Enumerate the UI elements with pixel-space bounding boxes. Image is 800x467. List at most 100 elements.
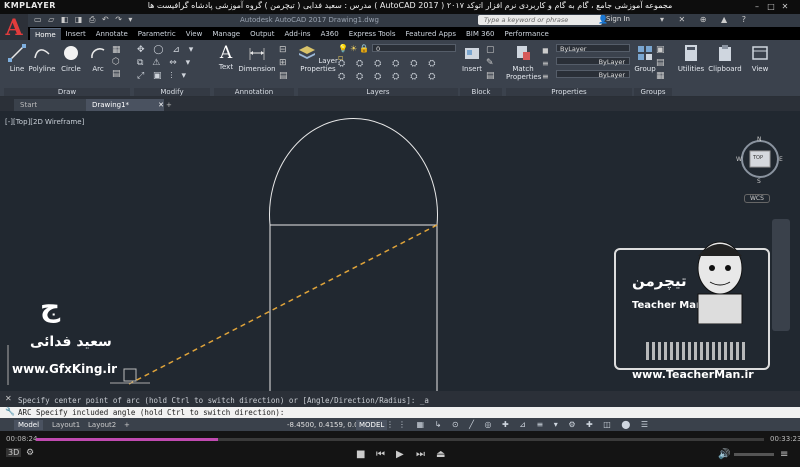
layer-tool-icons[interactable]: ⛭ ⛭ ⛭ ⛭ ⛭ ⛭ ⛭ ⛭ ⛭ ⛭ ⛭ ⛭ (338, 58, 458, 84)
menu-icon[interactable]: ≡ (780, 449, 788, 460)
volume-slider[interactable] (734, 453, 774, 456)
viewcube-north-label: N (757, 136, 762, 143)
application-menu-button[interactable]: A (0, 14, 28, 42)
keyboard-illustration (646, 342, 746, 360)
previous-icon[interactable]: ⏮ (376, 449, 385, 460)
circle-tool-button[interactable]: Circle (58, 44, 84, 73)
viewcube-south-label: S (757, 178, 761, 185)
tab-layout2[interactable]: Layout2 (84, 420, 120, 430)
ribbon-tab-manage[interactable]: Manage (207, 28, 245, 40)
properties-panel-title[interactable]: Properties (506, 88, 632, 96)
title-bar-icons[interactable]: ▾ ✕ ⊕ ▲ ? (660, 15, 752, 24)
arc-tool-button[interactable]: Arc (86, 44, 110, 73)
stop-icon[interactable]: ■ (356, 449, 365, 460)
model-space-button[interactable]: MODEL (356, 420, 388, 430)
text-tool-button[interactable]: A Text (215, 44, 237, 71)
add-layout-plus-icon[interactable]: + (120, 420, 134, 430)
tab-drawing1-label: Drawing1* (92, 101, 130, 109)
wcs-menu[interactable]: WCS (744, 194, 770, 203)
utilities-button[interactable]: Utilities (676, 44, 706, 73)
search-input[interactable]: Type a keyword or phrase (478, 15, 602, 25)
ribbon-tab-annotate[interactable]: Annotate (91, 28, 133, 40)
new-tab-plus-icon[interactable]: + (164, 99, 176, 111)
ribbon-tab-parametric[interactable]: Parametric (133, 28, 181, 40)
color-dropdown[interactable]: ByLayer (556, 44, 630, 53)
seek-bar-fill (36, 438, 218, 441)
ribbon-tab-output[interactable]: Output (245, 28, 279, 40)
maximize-icon[interactable]: □ (766, 2, 776, 12)
tab-model[interactable]: Model (14, 420, 44, 430)
player-logo: KMPLAYER (4, 1, 56, 10)
ribbon-tab-performance[interactable]: Performance (499, 28, 553, 40)
utilities-label: Utilities (677, 65, 705, 73)
next-icon[interactable]: ⏭ (416, 449, 425, 460)
circle-icon (64, 46, 78, 60)
ribbon-tab-insert[interactable]: Insert (61, 28, 91, 40)
command-close-icon[interactable]: ✕ (5, 394, 12, 403)
viewcube-east-label: E (779, 156, 783, 163)
lineweight-dropdown[interactable]: ByLayer (556, 70, 630, 79)
tab-drawing1[interactable]: Drawing1* ✕ (86, 99, 168, 111)
logo-mark-icon: ج (40, 290, 61, 323)
group-button[interactable]: Group (634, 44, 656, 73)
command-prompt-text[interactable]: ARC Specify included angle (hold Ctrl to… (18, 408, 284, 417)
annotation-panel-title[interactable]: Annotation (214, 88, 294, 96)
ribbon-tab-featured-apps[interactable]: Featured Apps (401, 28, 461, 40)
clipboard-icon (719, 45, 731, 61)
linetype-dropdown[interactable]: ByLayer (556, 57, 630, 66)
dimension-tool-button[interactable]: Dimension (238, 44, 276, 73)
polyline-tool-label: Polyline (28, 65, 56, 73)
layer-properties-icon (299, 46, 316, 59)
ribbon-tab-view[interactable]: View (181, 28, 208, 40)
3d-toggle[interactable]: 3D (6, 448, 22, 457)
layers-panel-title[interactable]: Layers (298, 88, 458, 96)
view-button[interactable]: View (748, 44, 772, 73)
ribbon-tab-add-ins[interactable]: Add-ins (279, 28, 315, 40)
sign-in-button[interactable]: Sign In (606, 15, 630, 23)
line-tool-button[interactable]: Line (6, 44, 28, 73)
match-properties-icon (517, 46, 530, 60)
line-icon (8, 44, 26, 62)
ribbon-tab-bim-360[interactable]: BIM 360 (461, 28, 500, 40)
viewcube-top-label[interactable]: TOP (753, 155, 763, 161)
view-icon (752, 46, 768, 60)
close-icon[interactable]: ✕ (780, 2, 790, 12)
tab-layout1[interactable]: Layout1 (48, 420, 84, 430)
status-toggle-icons[interactable]: ⋮⋮ ▦ ↳ ⊙ ╱ ◎ ✚ ⊿ ≡ ▾ ⚙ ✚ ◫ ⬤ ☰ (386, 420, 652, 429)
annotation-extra-icons[interactable]: ⊟ ⊞ ▤ (279, 44, 293, 83)
wrench-icon[interactable]: 🔧 (5, 407, 15, 416)
draw-panel-title[interactable]: Draw (4, 88, 130, 96)
play-icon[interactable]: ▶ (396, 449, 404, 460)
settings-icon[interactable]: ⚙ (26, 448, 34, 458)
ribbon-tab-express-tools[interactable]: Express Tools (344, 28, 401, 40)
modify-panel-title[interactable]: Modify (134, 88, 210, 96)
player-window-title: مجموعه آموزشی جامع ، گام به گام و کاربرد… (147, 1, 673, 10)
groups-panel-title[interactable]: Groups (634, 88, 672, 96)
polyline-tool-button[interactable]: Polyline (28, 44, 56, 73)
block-extra-icons[interactable]: ▢ ✎ ▤ (486, 44, 500, 83)
group-extra-icons[interactable]: ▣ ▤ ▦ (656, 44, 670, 83)
layer-properties-button[interactable]: Layer Properties (298, 44, 338, 73)
minimize-icon[interactable]: – (752, 2, 762, 12)
ribbon-tab-home[interactable]: Home (30, 28, 61, 40)
arc-tool-label: Arc (92, 65, 104, 73)
total-time: 00:33:23 (770, 435, 800, 443)
layer-dropdown[interactable]: 0 (372, 44, 456, 53)
volume-icon[interactable]: 🔊 (718, 449, 730, 460)
block-panel-title[interactable]: Block (460, 88, 502, 96)
eject-icon[interactable]: ⏏ (436, 449, 445, 460)
tab-start[interactable]: Start (14, 99, 86, 111)
navigation-bar[interactable] (772, 219, 790, 331)
draw-extra-icons[interactable]: ▦ ⬡ ▤ (112, 44, 132, 82)
dimension-tool-label: Dimension (238, 65, 276, 73)
quick-access-toolbar[interactable]: ▭ ▱ ◧ ◨ ⎙ ↶ ↷ ▾ (34, 15, 134, 25)
insert-icon (465, 48, 479, 59)
calculator-icon (685, 45, 697, 61)
match-properties-button[interactable]: Match Properties (506, 44, 541, 81)
modify-tool-icons[interactable]: ✥ ◯ ⊿ ▾ ⧉ ⚠ ⇔ ▾ ⤢ ▣ ⫶ ▾ (137, 44, 209, 84)
clipboard-button[interactable]: Clipboard (708, 44, 742, 73)
command-history-text: Specify center point of arc (hold Ctrl t… (18, 396, 429, 405)
viewcube-west-label: W (736, 156, 742, 163)
insert-button[interactable]: Insert (460, 44, 484, 73)
ribbon-tab-a360[interactable]: A360 (316, 28, 344, 40)
